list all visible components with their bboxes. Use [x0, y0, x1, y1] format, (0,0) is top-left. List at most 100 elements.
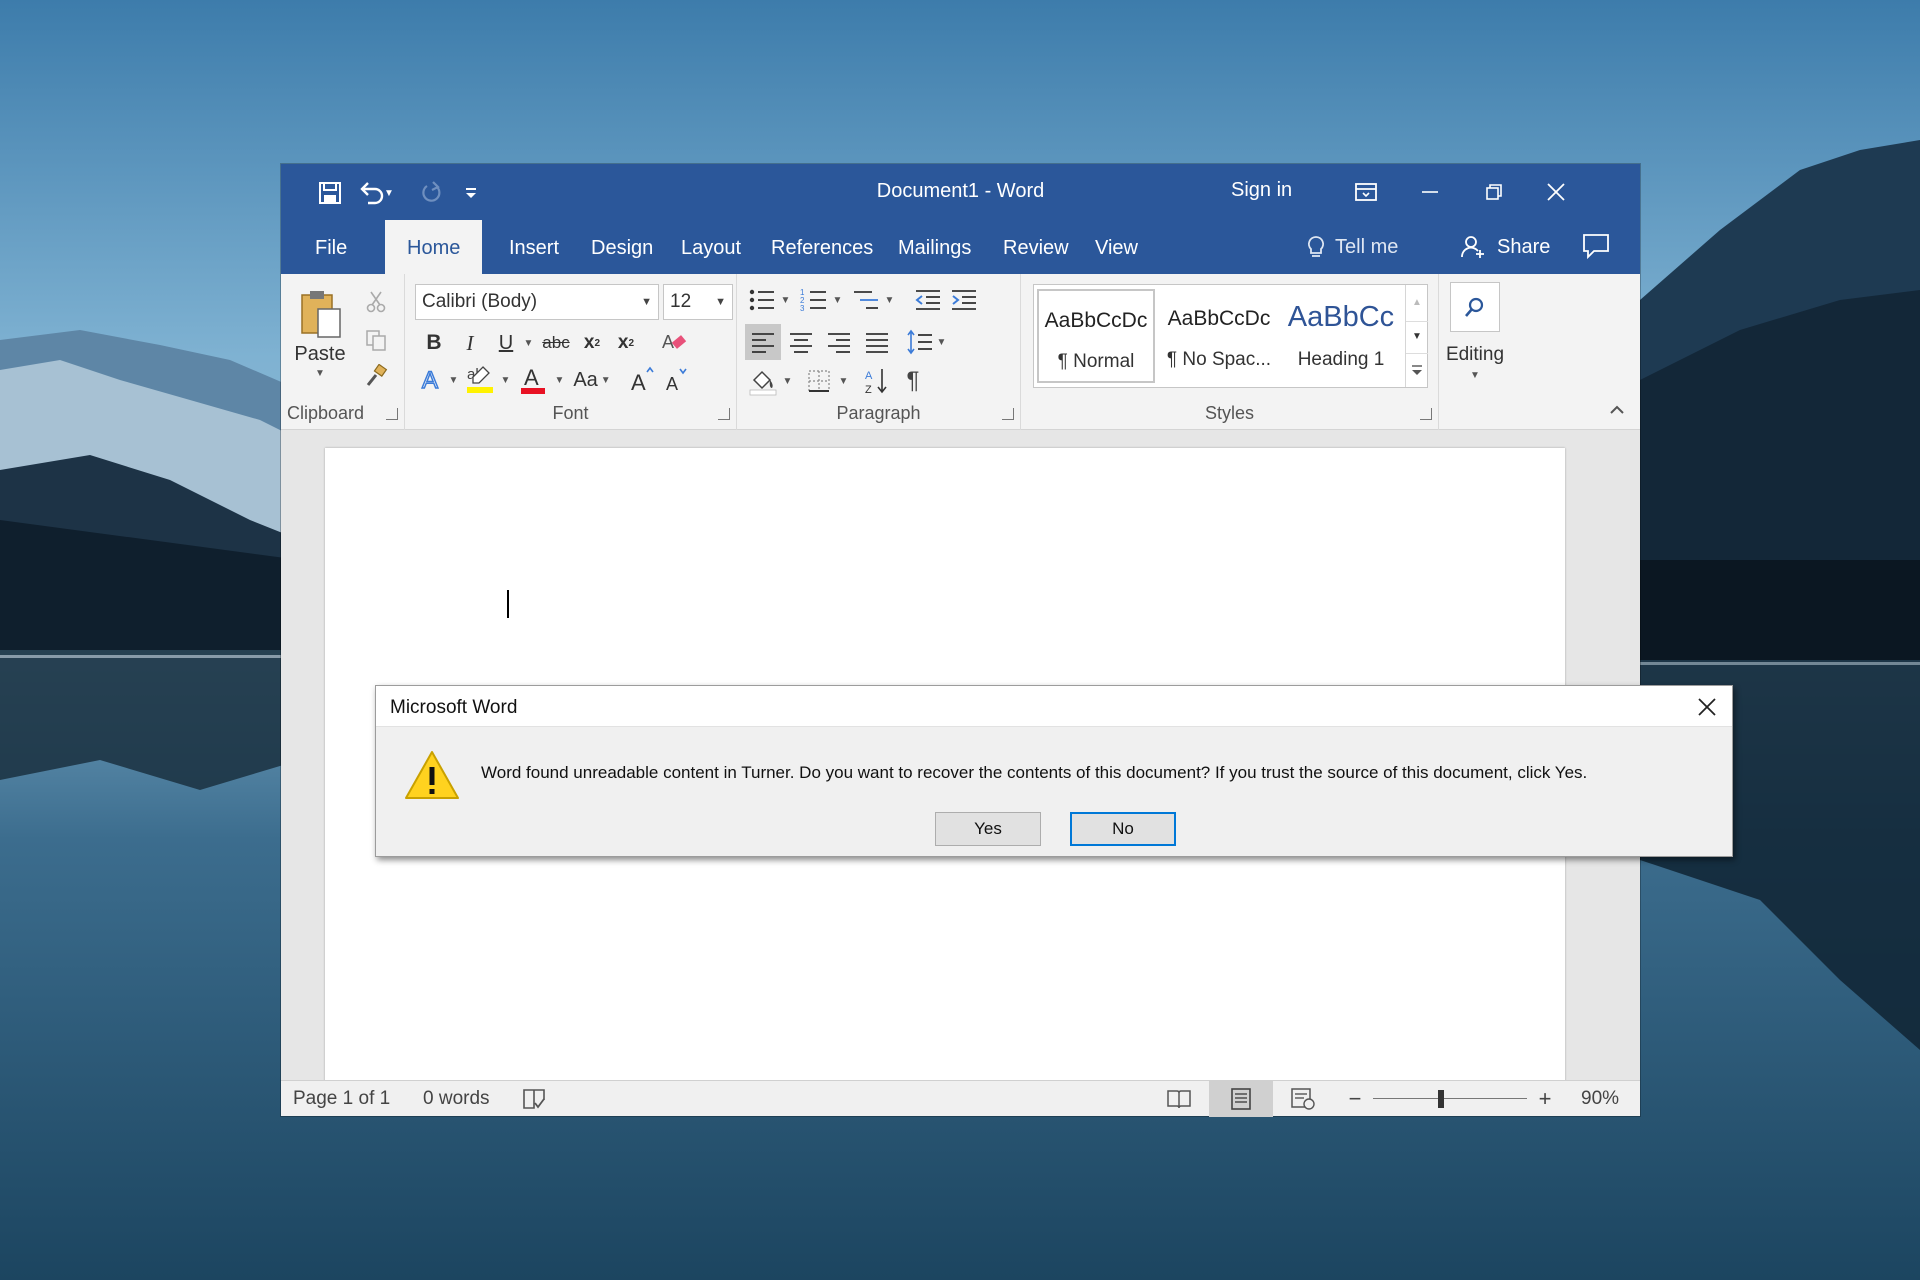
- font-size-dropdown-icon[interactable]: ▼: [715, 285, 726, 319]
- undo-dropdown-icon[interactable]: ▼: [381, 176, 397, 210]
- multilevel-list-icon[interactable]: [849, 284, 883, 316]
- style-no-spacing-name: ¶ No Spac...: [1166, 349, 1272, 370]
- word-window: ▼ Document1 - Word Sign in File Home Ins…: [281, 164, 1640, 1117]
- borders-icon[interactable]: [803, 364, 835, 398]
- print-layout-icon[interactable]: [1209, 1081, 1273, 1117]
- increase-indent-icon[interactable]: [947, 284, 981, 316]
- gallery-more-icon[interactable]: [1406, 353, 1428, 385]
- multilevel-dropdown-icon[interactable]: ▼: [881, 284, 895, 316]
- dialog-close-icon[interactable]: [1694, 694, 1720, 720]
- bullets-icon[interactable]: [745, 284, 779, 316]
- style-no-spacing[interactable]: AaBbCcDc ¶ No Spac...: [1160, 289, 1278, 383]
- customize-quick-access-icon[interactable]: [459, 176, 483, 210]
- paste-icon: [301, 291, 341, 338]
- align-center-icon[interactable]: [783, 324, 819, 360]
- collapse-ribbon-icon[interactable]: [1603, 398, 1631, 422]
- text-effects-dropdown-icon[interactable]: ▼: [445, 364, 459, 396]
- close-button[interactable]: [1531, 172, 1581, 212]
- tell-me-search[interactable]: Tell me: [1305, 220, 1398, 274]
- bullets-dropdown-icon[interactable]: ▼: [777, 284, 791, 316]
- paste-dropdown-icon[interactable]: ▼: [315, 368, 325, 379]
- svg-text:A: A: [524, 365, 539, 390]
- format-painter-icon[interactable]: [361, 362, 391, 390]
- strikethrough-icon[interactable]: abc: [539, 328, 573, 358]
- tab-file[interactable]: File: [293, 220, 369, 274]
- zoom-slider-thumb[interactable]: [1438, 1090, 1445, 1108]
- shading-icon[interactable]: [745, 364, 781, 398]
- paragraph-launcher-icon[interactable]: [1002, 408, 1014, 420]
- line-spacing-dropdown-icon[interactable]: ▼: [933, 324, 947, 360]
- decrease-indent-icon[interactable]: [911, 284, 945, 316]
- shading-dropdown-icon[interactable]: ▼: [779, 364, 793, 398]
- style-normal[interactable]: AaBbCcDc ¶ Normal: [1037, 289, 1155, 383]
- svg-text:A: A: [422, 367, 438, 394]
- zoom-out-button[interactable]: −: [1343, 1081, 1367, 1117]
- comments-icon[interactable]: [1581, 232, 1615, 262]
- sort-icon[interactable]: AZ: [861, 364, 893, 398]
- minimize-button[interactable]: [1405, 172, 1455, 212]
- font-color-dropdown-icon[interactable]: ▼: [551, 364, 565, 396]
- highlight-dropdown-icon[interactable]: ▼: [497, 364, 511, 396]
- tab-mailings[interactable]: Mailings: [876, 220, 993, 274]
- highlight-icon[interactable]: ab: [463, 362, 497, 396]
- read-mode-icon[interactable]: [1159, 1081, 1199, 1117]
- grow-font-icon[interactable]: A: [627, 364, 657, 396]
- styles-gallery-scroll: ▲ ▼: [1405, 285, 1428, 387]
- paste-button[interactable]: Paste ▼: [294, 284, 346, 384]
- recovery-dialog: Microsoft Word Word found unreadable con…: [375, 685, 1733, 857]
- zoom-in-button[interactable]: +: [1533, 1081, 1557, 1117]
- underline-icon[interactable]: U: [491, 328, 521, 358]
- italic-icon[interactable]: I: [455, 328, 485, 358]
- font-name-dropdown-icon[interactable]: ▼: [641, 285, 652, 319]
- font-launcher-icon[interactable]: [718, 408, 730, 420]
- tab-references[interactable]: References: [749, 220, 895, 274]
- align-right-icon[interactable]: [821, 324, 857, 360]
- clear-formatting-icon[interactable]: A: [657, 326, 691, 358]
- styles-launcher-icon[interactable]: [1420, 408, 1432, 420]
- redo-icon: [415, 176, 449, 210]
- ribbon-display-options-icon[interactable]: [1341, 172, 1391, 212]
- show-formatting-marks-icon[interactable]: ¶: [897, 364, 929, 398]
- save-icon[interactable]: [313, 176, 347, 210]
- zoom-slider[interactable]: [1367, 1081, 1533, 1117]
- borders-dropdown-icon[interactable]: ▼: [835, 364, 849, 398]
- numbering-icon[interactable]: 123: [797, 284, 831, 316]
- text-effects-icon[interactable]: A: [417, 364, 447, 396]
- change-case-button[interactable]: Aa ▼: [571, 364, 613, 396]
- share-button[interactable]: Share: [1459, 220, 1550, 274]
- underline-dropdown-icon[interactable]: ▼: [519, 328, 535, 358]
- tab-home[interactable]: Home: [385, 220, 483, 274]
- change-case-label: Aa: [573, 368, 598, 391]
- numbering-dropdown-icon[interactable]: ▼: [829, 284, 843, 316]
- justify-icon[interactable]: [859, 324, 895, 360]
- zoom-level[interactable]: 90%: [1581, 1081, 1619, 1117]
- font-color-icon[interactable]: A: [517, 362, 549, 396]
- style-heading-1[interactable]: AaBbCc Heading 1: [1282, 289, 1400, 383]
- no-button[interactable]: No: [1070, 812, 1176, 846]
- editing-button[interactable]: Editing ▼: [1443, 282, 1507, 392]
- restore-button[interactable]: [1469, 172, 1519, 212]
- ribbon-home: Paste ▼ Clipboard Calibri (Body) ▼ 12 ▼ …: [281, 274, 1640, 430]
- shrink-font-icon[interactable]: A: [661, 364, 691, 396]
- line-spacing-icon[interactable]: [905, 324, 935, 360]
- subscript-icon[interactable]: x2: [577, 328, 607, 358]
- proofing-icon[interactable]: [521, 1081, 547, 1117]
- tab-view[interactable]: View: [1073, 220, 1160, 274]
- person-add-icon: [1461, 236, 1484, 258]
- clipboard-launcher-icon[interactable]: [386, 408, 398, 420]
- gallery-scroll-up-icon[interactable]: ▲: [1406, 287, 1428, 317]
- font-size-combobox[interactable]: 12 ▼: [663, 284, 733, 320]
- bold-icon[interactable]: B: [419, 328, 449, 358]
- word-count[interactable]: 0 words: [423, 1081, 490, 1117]
- web-layout-icon[interactable]: [1281, 1081, 1325, 1117]
- superscript-icon[interactable]: x2: [611, 328, 641, 358]
- page-count[interactable]: Page 1 of 1: [293, 1081, 390, 1117]
- sign-in-link[interactable]: Sign in: [1231, 179, 1292, 202]
- gallery-scroll-down-icon[interactable]: ▼: [1406, 321, 1428, 351]
- tab-layout[interactable]: Layout: [659, 220, 763, 274]
- tab-insert[interactable]: Insert: [487, 220, 581, 274]
- align-left-icon[interactable]: [745, 324, 781, 360]
- font-name-combobox[interactable]: Calibri (Body) ▼: [415, 284, 659, 320]
- style-heading-1-preview: AaBbCc: [1287, 301, 1395, 333]
- yes-button[interactable]: Yes: [935, 812, 1041, 846]
